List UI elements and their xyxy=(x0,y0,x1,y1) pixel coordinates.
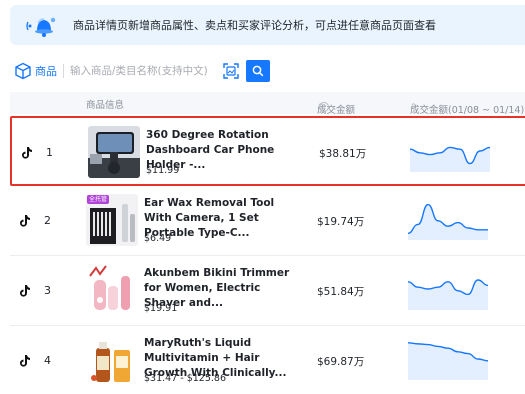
table-header: 商品信息 成交金额 ? ⇕ 成交金额(01/08 ~ 01/14) ⇕ xyxy=(10,92,525,116)
header-product-info: 商品信息 xyxy=(86,100,125,111)
table-row[interactable]: 4 MaryRuth's Liquid Multivitamin + Hair … xyxy=(10,326,525,394)
table-row[interactable]: 2 全托管 Ear Wax Removal Tool With Camera, … xyxy=(10,186,525,256)
sales-amount: $19.74万 xyxy=(317,216,365,228)
sales-amount: $38.81万 xyxy=(319,148,367,160)
search-input[interactable] xyxy=(70,65,216,77)
image-search-icon[interactable] xyxy=(222,62,240,80)
cube-icon xyxy=(15,62,31,80)
trend-sparkline xyxy=(410,146,490,172)
trend-sparkline xyxy=(408,279,488,310)
header-sales-trend-label: 成交金额(01/08 ~ 01/14) xyxy=(410,105,525,116)
tiktok-icon xyxy=(20,285,30,297)
trend-sparkline xyxy=(408,203,488,240)
fully-managed-badge: 全托管 xyxy=(87,195,110,204)
rank-number: 1 xyxy=(46,146,53,159)
product-scope-label[interactable]: 商品 xyxy=(35,63,57,79)
tiktok-icon xyxy=(22,147,32,159)
tiktok-icon xyxy=(20,215,30,227)
rank-number: 4 xyxy=(44,354,51,367)
search-bar: 商品 xyxy=(14,60,270,82)
product-thumbnail[interactable] xyxy=(86,334,138,386)
product-price: $31.47 - $125.86 xyxy=(144,373,226,384)
notice-text: 商品详情页新增商品属性、卖点和买家评论分析，可点进任意商品页面查看 xyxy=(73,19,436,32)
product-thumbnail[interactable] xyxy=(88,126,140,178)
product-price: $6.49 xyxy=(144,233,172,244)
product-price: $19.91 xyxy=(144,303,178,314)
sales-amount: $51.84万 xyxy=(317,286,365,298)
search-divider xyxy=(63,64,64,78)
bell-icon xyxy=(26,17,56,37)
sort-icon[interactable]: ⇕ xyxy=(317,102,324,111)
search-button[interactable] xyxy=(246,60,270,82)
sort-icon[interactable]: ⇕ xyxy=(410,102,417,111)
sales-amount: $69.87万 xyxy=(317,356,365,368)
rank-number: 2 xyxy=(44,214,51,227)
table-row[interactable]: 3 Akunbem Bikini Trimmer for Women, Elec… xyxy=(10,256,525,326)
notice-banner: 商品详情页新增商品属性、卖点和买家评论分析，可点进任意商品页面查看 xyxy=(10,5,525,45)
trend-sparkline xyxy=(408,342,488,380)
product-thumbnail[interactable] xyxy=(86,264,138,316)
table-row[interactable]: 1 360 Degree Rotation Dashboard Car Phon… xyxy=(10,116,525,186)
trend-area xyxy=(408,280,488,310)
rank-number: 3 xyxy=(44,284,51,297)
product-price: $11.99 xyxy=(146,165,180,176)
search-icon xyxy=(252,65,264,77)
tiktok-icon xyxy=(20,355,30,367)
